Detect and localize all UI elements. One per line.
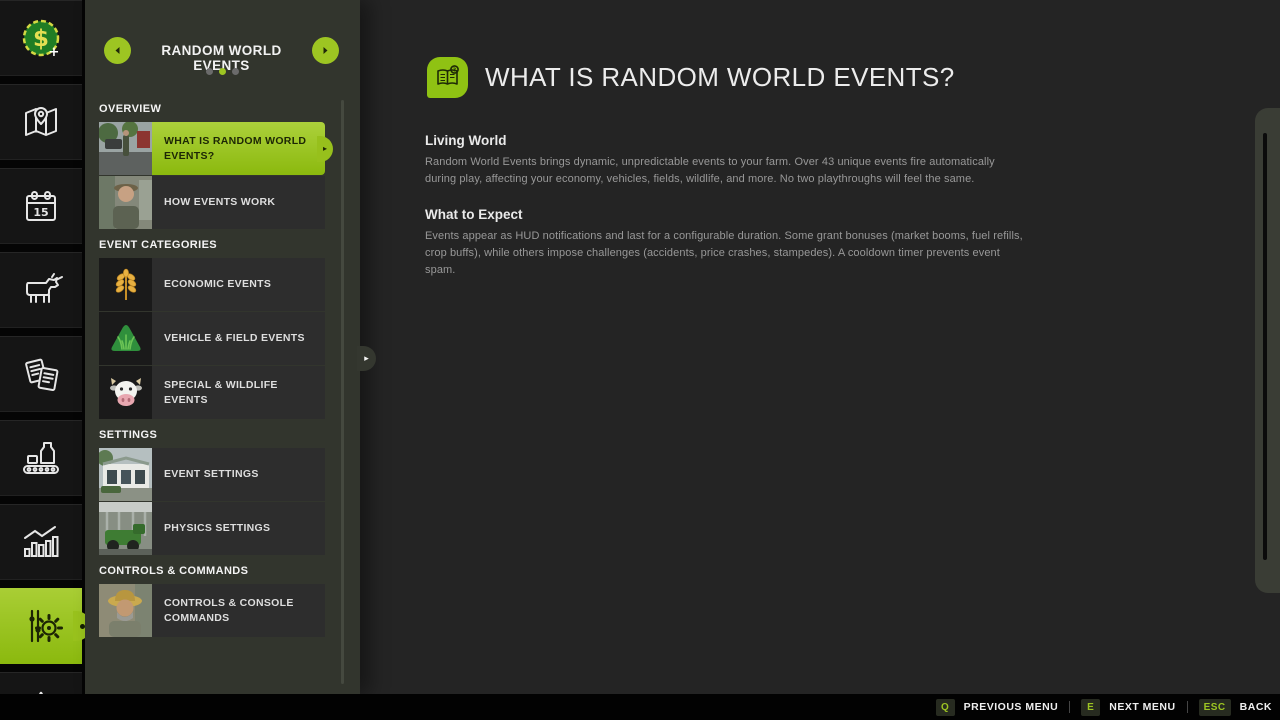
settings-gear-icon xyxy=(18,603,64,649)
section-label: EVENT CATEGORIES xyxy=(99,239,325,251)
topic-item-label: VEHICLE & FIELD EVENTS xyxy=(152,312,325,365)
help-menu-screen: $ + 15 xyxy=(0,0,1280,720)
topic-item-label: HOW EVENTS WORK xyxy=(152,176,325,229)
topic-item-controls-console-commands[interactable]: CONTROLS & CONSOLE COMMANDS xyxy=(99,584,325,637)
section-body: Events appear as HUD notifications and l… xyxy=(425,228,1025,279)
garden-center-photo-thumbnail xyxy=(99,448,152,501)
hint-back[interactable]: ESC BACK xyxy=(1199,699,1272,716)
calendar-icon: 15 xyxy=(19,184,63,228)
active-item-arrow-icon: ▸ xyxy=(317,136,333,162)
previous-category-button[interactable] xyxy=(104,37,131,64)
section-body: Random World Events brings dynamic, unpr… xyxy=(425,154,1025,188)
cow-face-icon xyxy=(99,366,152,419)
production-icon xyxy=(18,435,64,481)
help-book-icon: ? xyxy=(427,57,468,98)
hint-next-menu[interactable]: E NEXT MENU xyxy=(1081,699,1175,716)
topic-item-physics-settings[interactable]: PHYSICS SETTINGS xyxy=(99,502,325,555)
page-dot[interactable] xyxy=(232,68,239,75)
hint-label: PREVIOUS MENU xyxy=(964,701,1059,713)
panel-scrollbar[interactable] xyxy=(341,100,344,684)
topic-item-label: ECONOMIC EVENTS xyxy=(152,258,325,311)
toolbar-tab-contracts[interactable] xyxy=(0,336,82,412)
toolbar-tab-calendar[interactable]: 15 xyxy=(0,168,82,244)
documents-icon xyxy=(19,352,63,396)
key-badge-e: E xyxy=(1081,699,1100,716)
cow-icon xyxy=(18,267,64,313)
topic-item-event-settings[interactable]: EVENT SETTINGS xyxy=(99,448,325,501)
farmer-portrait-thumbnail xyxy=(99,584,152,637)
statistics-icon xyxy=(18,519,64,565)
topic-item-how-events-work[interactable]: HOW EVENTS WORK xyxy=(99,176,325,229)
content-section-what-to-expect: What to Expect Events appear as HUD noti… xyxy=(425,207,1025,279)
svg-text:+: + xyxy=(49,45,60,60)
toolbar-tab-animals[interactable] xyxy=(0,252,82,328)
section-heading: Living World xyxy=(425,133,1025,148)
key-badge-q: Q xyxy=(936,699,955,716)
toolbar-tab-production[interactable] xyxy=(0,420,82,496)
page-title: WHAT IS RANDOM WORLD EVENTS? xyxy=(485,62,955,93)
content-section-living-world: Living World Random World Events brings … xyxy=(425,133,1025,188)
hint-label: BACK xyxy=(1240,701,1272,713)
farmer-photo-thumbnail xyxy=(99,176,152,229)
grass-mound-icon xyxy=(99,312,152,365)
finances-icon: $ + xyxy=(18,15,64,61)
section-label: SETTINGS xyxy=(99,429,325,441)
topic-item-economic-events[interactable]: ECONOMIC EVENTS xyxy=(99,258,325,311)
topic-item-vehicle-field-events[interactable]: VEHICLE & FIELD EVENTS xyxy=(99,312,325,365)
page-dot-active[interactable] xyxy=(219,68,226,75)
left-toolbar: $ + 15 xyxy=(0,0,85,694)
svg-text:?: ? xyxy=(453,68,456,74)
topic-item-label: EVENT SETTINGS xyxy=(152,448,325,501)
hint-divider xyxy=(1187,701,1188,713)
section-heading: What to Expect xyxy=(425,207,1025,222)
hint-divider xyxy=(1069,701,1070,713)
content-scrollbar[interactable] xyxy=(1255,108,1280,593)
hint-previous-menu[interactable]: Q PREVIOUS MENU xyxy=(936,699,1059,716)
chevron-left-icon xyxy=(113,46,122,55)
svg-text:15: 15 xyxy=(33,206,48,219)
toolbar-tab-statistics[interactable] xyxy=(0,504,82,580)
machinery-photo-thumbnail xyxy=(99,502,152,555)
help-topics-panel: RANDOM WORLD EVENTS OVERVIEW xyxy=(85,0,360,694)
help-page-content: ? WHAT IS RANDOM WORLD EVENTS? Living Wo… xyxy=(360,0,1280,694)
topic-item-label: SPECIAL & WILDLIFE EVENTS xyxy=(152,366,325,419)
map-icon xyxy=(19,100,63,144)
street-scene-thumbnail xyxy=(99,122,152,175)
toolbar-tab-settings[interactable] xyxy=(0,588,82,664)
key-badge-esc: ESC xyxy=(1199,699,1231,716)
topic-item-what-is-rwe[interactable]: WHAT IS RANDOM WORLD EVENTS? ▸ xyxy=(99,122,325,175)
toolbar-tab-finances[interactable]: $ + xyxy=(0,0,82,76)
page-dot[interactable] xyxy=(206,68,213,75)
topic-item-label: WHAT IS RANDOM WORLD EVENTS? xyxy=(152,122,325,175)
topic-item-label: CONTROLS & CONSOLE COMMANDS xyxy=(152,584,325,637)
key-hints-bar: Q PREVIOUS MENU E NEXT MENU ESC BACK xyxy=(0,694,1280,720)
page-dots xyxy=(85,68,360,75)
topic-item-special-wildlife-events[interactable]: SPECIAL & WILDLIFE EVENTS xyxy=(99,366,325,419)
topic-item-label: PHYSICS SETTINGS xyxy=(152,502,325,555)
toolbar-tab-map[interactable] xyxy=(0,84,82,160)
section-label: CONTROLS & COMMANDS xyxy=(99,565,325,577)
next-category-button[interactable] xyxy=(312,37,339,64)
topics-list: OVERVIEW WHAT IS RANDOM WORLD EVENTS? xyxy=(99,100,325,638)
page-header: ? WHAT IS RANDOM WORLD EVENTS? xyxy=(427,57,955,98)
hint-label: NEXT MENU xyxy=(1109,701,1175,713)
content-scrollbar-track xyxy=(1263,133,1267,560)
section-label: OVERVIEW xyxy=(99,103,325,115)
svg-text:$: $ xyxy=(33,26,49,52)
chevron-right-icon xyxy=(321,46,330,55)
wheat-icon xyxy=(99,258,152,311)
